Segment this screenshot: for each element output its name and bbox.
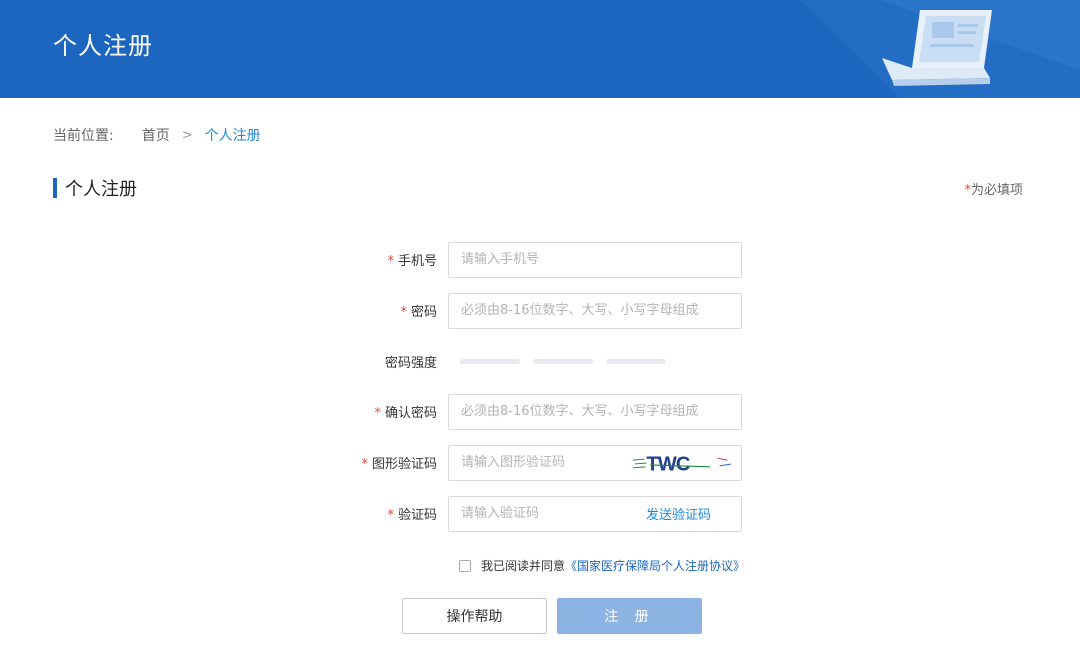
agreement-checkbox[interactable] (459, 560, 471, 572)
breadcrumb-separator: > (182, 128, 193, 143)
page-header-title: 个人注册 (53, 26, 153, 61)
phone-label-text: 手机号 (398, 254, 437, 269)
phone-row: * 手机号 (300, 241, 760, 278)
sms-code-input[interactable] (449, 497, 646, 531)
strength-segment-weak (460, 359, 520, 364)
laptop-illustration (760, 0, 1080, 98)
breadcrumb-home-link[interactable]: 首页 (142, 125, 170, 145)
help-button[interactable]: 操作帮助 (402, 598, 547, 634)
phone-input[interactable] (449, 243, 741, 277)
confirm-password-row: * 确认密码 (300, 393, 760, 430)
required-note-text: 为必填项 (971, 183, 1023, 198)
required-star: * (400, 305, 407, 320)
agreement-link[interactable]: 《国家医疗保障局个人注册协议》 (565, 557, 745, 574)
required-star: * (387, 508, 394, 523)
password-row: * 密码 (300, 292, 760, 329)
captcha-image[interactable]: TWC (631, 448, 735, 478)
captcha-label: * 图形验证码 (300, 453, 448, 472)
agreement-row: 我已阅读并同意 《国家医疗保障局个人注册协议》 (459, 557, 745, 574)
required-star: * (387, 254, 394, 269)
password-strength-label: 密码强度 (300, 352, 448, 371)
confirm-password-label: * 确认密码 (300, 402, 448, 421)
required-star: * (374, 406, 381, 421)
password-label: * 密码 (300, 301, 448, 320)
sms-code-row: * 验证码 发送验证码 (300, 495, 760, 532)
confirm-password-field (448, 394, 742, 430)
sms-code-field: 发送验证码 (448, 496, 742, 532)
phone-field (448, 242, 742, 278)
confirm-password-input[interactable] (449, 395, 741, 429)
agreement-text: 我已阅读并同意 (481, 557, 565, 574)
captcha-field: TWC (448, 445, 742, 481)
password-field (448, 293, 742, 329)
required-star: * (361, 457, 368, 472)
password-strength-row: 密码强度 (300, 343, 760, 380)
confirm-password-label-text: 确认密码 (385, 406, 437, 421)
register-button[interactable]: 注 册 (557, 598, 702, 634)
sms-code-label: * 验证码 (300, 504, 448, 523)
section-title: 个人注册 (65, 175, 137, 201)
section-heading: 个人注册 (53, 175, 137, 201)
section-accent-bar (53, 178, 57, 198)
password-label-text: 密码 (411, 305, 437, 320)
required-note: *为必填项 (964, 179, 1023, 198)
strength-segment-medium (533, 359, 593, 364)
breadcrumb-prefix: 当前位置: (53, 125, 114, 145)
sms-code-label-text: 验证码 (398, 508, 437, 523)
captcha-row: * 图形验证码 TWC (300, 444, 760, 481)
password-input[interactable] (449, 294, 741, 328)
password-strength-meter (448, 359, 679, 364)
send-code-button[interactable]: 发送验证码 (646, 504, 711, 523)
breadcrumb-current: 个人注册 (205, 125, 261, 145)
header-banner: 个人注册 (0, 0, 1080, 98)
captcha-label-text: 图形验证码 (372, 457, 437, 472)
strength-segment-strong (606, 359, 666, 364)
captcha-input[interactable] (449, 446, 631, 480)
phone-label: * 手机号 (300, 250, 448, 269)
breadcrumb: 当前位置: 首页 > 个人注册 (53, 125, 261, 145)
